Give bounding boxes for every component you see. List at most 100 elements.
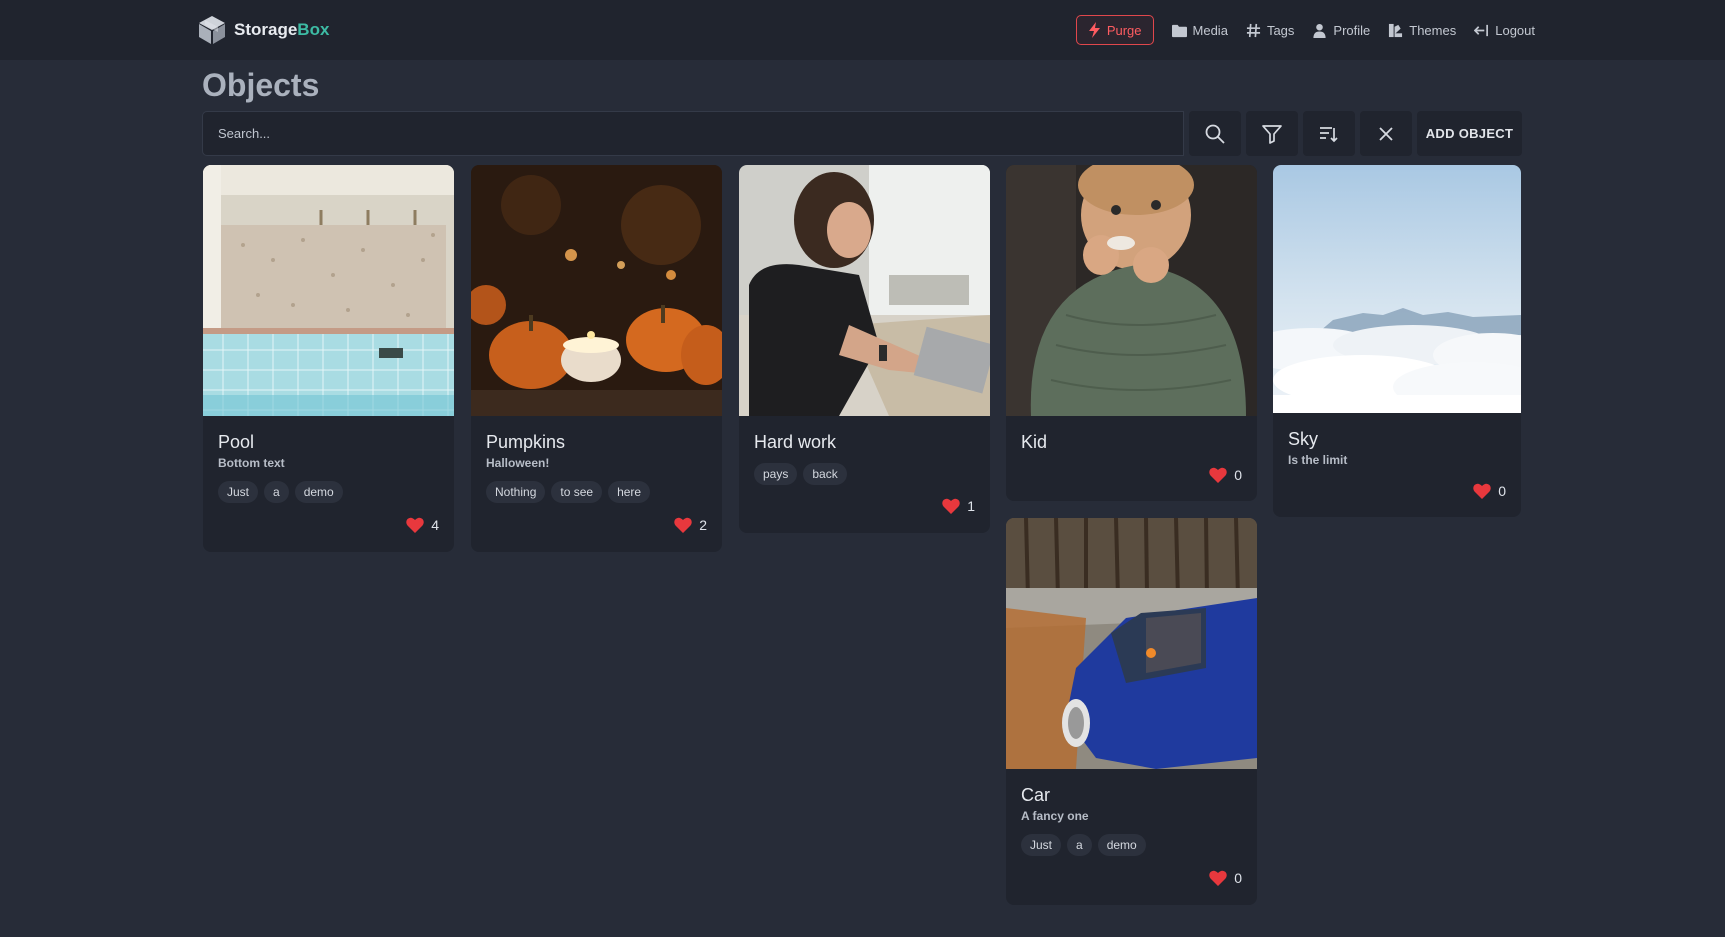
object-card[interactable]: Pool Bottom text Just a demo 4 (203, 165, 454, 552)
heart-icon (942, 498, 960, 514)
logout-icon (1474, 24, 1489, 36)
tag-list: Just a demo (1021, 834, 1242, 856)
car-image-icon (1006, 518, 1257, 769)
tag-chip[interactable]: to see (551, 481, 603, 503)
tag-chip[interactable]: Just (1021, 834, 1062, 856)
object-title: Sky (1288, 429, 1319, 449)
like-count: 0 (1234, 870, 1242, 886)
heart-icon (1209, 467, 1227, 483)
tag-list: Nothing to see here (486, 481, 707, 503)
object-image[interactable] (739, 165, 990, 416)
close-icon (1379, 126, 1393, 141)
nav-media-label: Media (1192, 22, 1228, 38)
nav-profile-label: Profile (1333, 22, 1371, 38)
heart-icon (406, 517, 424, 533)
tag-chip[interactable]: Just (218, 481, 259, 503)
purge-label: Purge (1106, 22, 1142, 38)
nav-tags-label: Tags (1266, 22, 1295, 38)
object-image[interactable] (1006, 518, 1257, 769)
search-icon (1205, 124, 1225, 144)
sort-icon (1320, 126, 1338, 142)
add-object-button[interactable]: ADD OBJECT (1417, 111, 1522, 156)
user-icon (1313, 23, 1326, 38)
nav-links: Purge Media Tags Profile Themes Logout (1075, 14, 1535, 46)
tag-chip[interactable]: demo (294, 481, 343, 503)
object-card-body: Kid (1006, 416, 1257, 453)
brand-name: StorageBox (234, 20, 330, 39)
tag-chip[interactable]: here (608, 481, 651, 503)
tag-list: pays back (754, 463, 975, 485)
lightning-icon (1088, 22, 1100, 38)
like-count: 0 (1234, 467, 1242, 483)
pumpkins-image-icon (471, 165, 722, 416)
object-subtitle: Halloween! (486, 456, 550, 470)
tag-chip[interactable]: pays (754, 463, 798, 485)
clear-button[interactable] (1360, 111, 1412, 156)
search-button[interactable] (1189, 111, 1241, 156)
nav-logout[interactable]: Logout (1474, 23, 1535, 38)
page-title: Objects (202, 67, 320, 103)
tag-chip[interactable]: back (803, 463, 847, 485)
tag-chip[interactable]: Nothing (486, 481, 546, 503)
nav-themes[interactable]: Themes (1388, 23, 1456, 38)
object-title: Hard work (754, 432, 837, 452)
object-image[interactable] (1273, 165, 1521, 413)
object-card-body: Car A fancy one Just a demo (1006, 769, 1257, 856)
hashtag-icon (1246, 23, 1260, 37)
like-count: 2 (699, 517, 707, 533)
object-card[interactable]: Car A fancy one Just a demo 0 (1006, 518, 1257, 905)
kid-image-icon (1006, 165, 1257, 416)
folder-icon (1171, 24, 1187, 37)
like-button[interactable]: 0 (1209, 467, 1242, 483)
tag-chip[interactable]: demo (1097, 834, 1146, 856)
object-subtitle: Bottom text (218, 456, 285, 470)
heart-icon (1473, 483, 1491, 499)
object-card[interactable]: Pumpkins Halloween! Nothing to see here … (471, 165, 722, 552)
object-image[interactable] (1006, 165, 1257, 416)
nav-tags[interactable]: Tags (1246, 23, 1294, 38)
sort-button[interactable] (1303, 111, 1355, 156)
object-image[interactable] (203, 165, 454, 416)
nav-profile[interactable]: Profile (1312, 23, 1370, 38)
heart-icon (674, 517, 692, 533)
object-card-body: Sky Is the limit (1273, 413, 1521, 468)
tag-chip[interactable]: a (264, 481, 289, 503)
search-toolbar: ADD OBJECT (202, 111, 1522, 156)
like-button[interactable]: 2 (674, 517, 707, 533)
nav-media[interactable]: Media (1171, 22, 1228, 38)
like-button[interactable]: 0 (1473, 483, 1506, 499)
object-subtitle: A fancy one (1021, 809, 1089, 823)
filter-icon (1262, 124, 1282, 144)
object-card-body: Pool Bottom text Just a demo (203, 416, 454, 503)
hard-work-image-icon (739, 165, 990, 416)
nav-logout-label: Logout (1495, 22, 1535, 38)
like-button[interactable]: 4 (406, 517, 439, 533)
nav-themes-label: Themes (1409, 22, 1457, 38)
like-count: 4 (431, 517, 439, 533)
like-button[interactable]: 0 (1209, 870, 1242, 886)
object-title: Pumpkins (486, 432, 566, 452)
object-card-body: Pumpkins Halloween! Nothing to see here (471, 416, 722, 503)
object-title: Car (1021, 785, 1051, 805)
object-card[interactable]: Kid 0 (1006, 165, 1257, 501)
like-count: 0 (1498, 483, 1506, 499)
tag-list: Just a demo (218, 481, 439, 503)
object-card[interactable]: Hard work pays back 1 (739, 165, 990, 533)
tag-chip[interactable]: a (1067, 834, 1092, 856)
object-image[interactable] (471, 165, 722, 416)
object-title: Kid (1021, 432, 1048, 452)
heart-icon (1209, 870, 1227, 886)
palette-icon (1389, 23, 1403, 37)
filter-button[interactable] (1246, 111, 1298, 156)
search-input[interactable] (202, 111, 1184, 156)
object-card[interactable]: Sky Is the limit 0 (1273, 165, 1521, 517)
object-subtitle: Is the limit (1288, 453, 1348, 467)
cube-logo-icon (199, 16, 225, 44)
brand-logo[interactable]: StorageBox (198, 14, 329, 46)
object-card-body: Hard work pays back (739, 416, 990, 485)
like-count: 1 (967, 498, 975, 514)
sky-image-icon (1273, 165, 1521, 413)
purge-button[interactable]: Purge (1075, 15, 1154, 45)
navbar: StorageBox Purge Media Tags Profile Them… (0, 0, 1725, 60)
like-button[interactable]: 1 (942, 498, 975, 514)
